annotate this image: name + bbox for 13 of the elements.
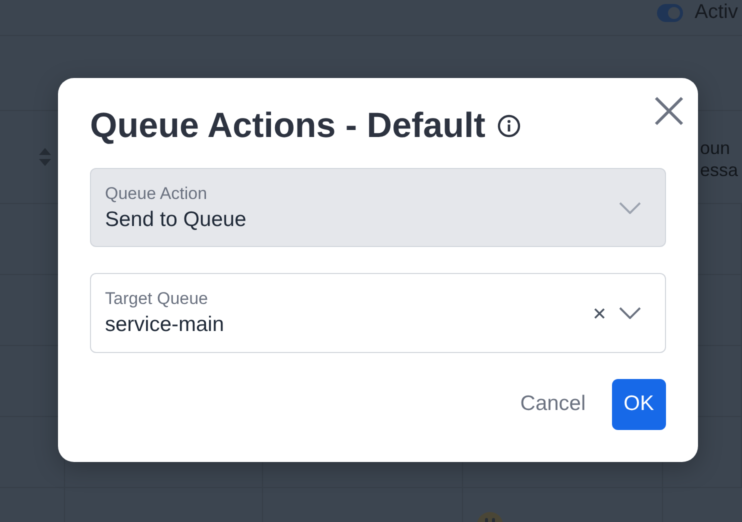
cancel-button[interactable]: Cancel — [508, 378, 598, 430]
close-button[interactable] — [654, 96, 684, 126]
field-label: Target Queue — [105, 289, 210, 310]
info-icon[interactable] — [497, 114, 522, 138]
clear-icon[interactable] — [594, 308, 605, 319]
field-value: Send to Queue — [105, 208, 248, 232]
field-label: Queue Action — [105, 184, 208, 204]
chevron-icon[interactable] — [619, 307, 641, 320]
field-value: service-main — [105, 313, 226, 338]
ok-button[interactable]: OK — [612, 378, 666, 430]
dialog-title: Queue Actions - Default — [90, 106, 486, 146]
select-field[interactable]: Target Queue service-main — [90, 273, 666, 353]
toggle-switch[interactable] — [656, 4, 683, 22]
